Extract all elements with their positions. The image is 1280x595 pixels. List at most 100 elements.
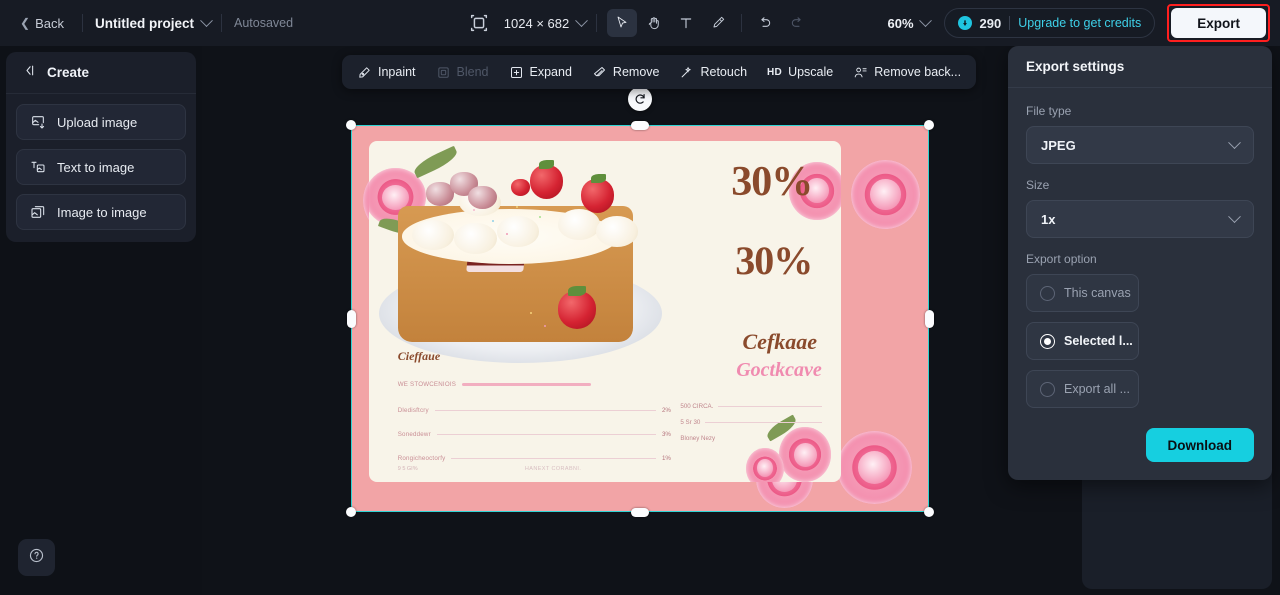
credits-count: 290	[979, 15, 1002, 31]
export-option-group: This canvas Selected l... Export all ...	[1026, 274, 1254, 408]
blend-icon	[436, 65, 451, 80]
blend-button: Blend	[427, 60, 498, 85]
size-value: 1x	[1041, 211, 1056, 227]
selection-outline	[351, 125, 929, 512]
sidebar-items: Upload image Text to image Image to imag…	[6, 94, 196, 240]
sidebar-header: Create	[6, 52, 196, 94]
upload-image-icon	[30, 114, 46, 130]
rotate-handle[interactable]	[628, 87, 652, 111]
export-option-this-canvas[interactable]: This canvas	[1026, 274, 1139, 312]
divider	[81, 14, 83, 32]
retouch-wand-icon	[679, 65, 694, 80]
retouch-button[interactable]: Retouch	[670, 60, 756, 85]
divider	[596, 14, 598, 32]
inpaint-brush-icon	[357, 65, 372, 80]
divider	[220, 14, 222, 32]
download-button[interactable]: Download	[1145, 428, 1254, 462]
project-menu-button[interactable]	[194, 13, 221, 28]
size-label: Size	[1026, 178, 1050, 192]
topbar-left-group: ❮ Back Untitled project Autosaved	[0, 0, 293, 46]
export-panel-body: File type JPEG Size 1x Export option Thi…	[1008, 88, 1272, 408]
chevron-down-icon	[575, 13, 589, 27]
export-button-highlight: Export	[1167, 4, 1270, 42]
export-panel-title: Export settings	[1026, 59, 1125, 74]
export-option-label-text: This canvas	[1064, 286, 1131, 300]
file-type-select[interactable]: JPEG	[1026, 126, 1254, 164]
resize-handle-bottom-center[interactable]	[631, 507, 649, 517]
sidebar-item-upload-image[interactable]: Upload image	[16, 104, 186, 140]
resize-handle-top-center[interactable]	[631, 120, 649, 130]
toolbar-item-label: Retouch	[700, 65, 748, 79]
chevron-down-icon	[918, 13, 932, 27]
hd-upscale-icon: HD	[767, 66, 783, 78]
toolbar-item-label: Inpaint	[378, 65, 416, 79]
export-button[interactable]: Export	[1171, 8, 1266, 38]
export-option-selected-layer[interactable]: Selected l...	[1026, 322, 1139, 360]
dimensions-dropdown-button[interactable]	[569, 13, 596, 28]
sidebar-title: Create	[47, 65, 90, 80]
topbar-right-group: 60% 290 Upgrade to get credits Export	[887, 0, 1270, 46]
autosaved-status: Autosaved	[233, 16, 294, 30]
select-tool-button[interactable]	[607, 9, 638, 37]
credit-coin-icon	[957, 16, 972, 30]
export-settings-panel: Export settings File type JPEG Size 1x E…	[1008, 46, 1272, 480]
tool-group	[607, 9, 812, 37]
zoom-level-control[interactable]: 60%	[887, 13, 932, 31]
brush-tool-button[interactable]	[703, 9, 733, 37]
chevron-down-icon	[1228, 209, 1241, 223]
credits-badge[interactable]: 290 Upgrade to get credits	[943, 8, 1156, 38]
radio-icon	[1040, 285, 1055, 301]
hand-tool-button[interactable]	[639, 9, 669, 37]
expand-button[interactable]: Expand	[500, 60, 581, 85]
expand-frame-icon	[509, 65, 524, 80]
toolbar-item-label: Remove	[612, 65, 660, 79]
collapse-panel-icon[interactable]	[22, 63, 37, 83]
toolbar-item-label: Expand	[529, 65, 572, 79]
eraser-icon	[592, 65, 607, 80]
sidebar-item-label: Image to image	[57, 204, 147, 220]
text-tool-button[interactable]	[671, 9, 701, 37]
toolbar-item-label: Upscale	[788, 65, 834, 79]
chevron-down-icon	[200, 13, 213, 27]
text-to-image-icon	[30, 159, 46, 175]
undo-button[interactable]	[750, 9, 780, 37]
sidebar-item-text-to-image[interactable]: Text to image	[16, 149, 186, 185]
question-mark-icon	[28, 547, 45, 569]
toolbar-item-label: Blend	[456, 65, 489, 79]
size-select[interactable]: 1x	[1026, 200, 1254, 238]
export-option-label-text: Selected l...	[1064, 334, 1133, 348]
export-option-label: Export option	[1026, 252, 1097, 266]
rotate-handle-icon	[635, 94, 645, 104]
export-option-export-all[interactable]: Export all ...	[1026, 370, 1139, 408]
zoom-level-value: 60%	[887, 15, 914, 31]
resize-handle-top-right[interactable]	[924, 120, 934, 130]
file-type-label: File type	[1026, 104, 1072, 118]
radio-icon	[1040, 381, 1055, 397]
resize-handle-middle-left[interactable]	[346, 309, 356, 328]
back-button[interactable]: ❮ Back	[14, 12, 70, 35]
inpaint-button[interactable]: Inpaint	[348, 60, 425, 85]
redo-button[interactable]	[782, 9, 812, 37]
sidebar-item-image-to-image[interactable]: Image to image	[16, 194, 186, 230]
download-row: Download	[1008, 408, 1272, 462]
object-action-toolbar: Inpaint Blend Expand Remove Retouch HD U…	[342, 55, 977, 89]
selected-image-object[interactable]: 30% 30% Cefkaae Goctkcave Cieffaue WE ST…	[346, 87, 934, 517]
radio-icon-selected	[1040, 333, 1055, 349]
project-name[interactable]: Untitled project	[95, 16, 194, 31]
resize-handle-bottom-right[interactable]	[924, 507, 934, 517]
crop-frame-icon[interactable]	[468, 12, 490, 34]
sidebar-item-label: Upload image	[57, 114, 138, 130]
remove-background-button[interactable]: Remove back...	[844, 60, 970, 85]
chevron-down-icon	[1228, 135, 1241, 149]
help-button[interactable]	[18, 539, 55, 576]
back-button-label: Back	[35, 15, 64, 31]
top-toolbar: ❮ Back Untitled project Autosaved 1024 ×…	[0, 0, 1280, 46]
remove-background-icon	[853, 65, 868, 80]
upscale-button[interactable]: HD Upscale	[758, 60, 842, 84]
resize-handle-middle-right[interactable]	[924, 309, 934, 328]
canvas-dimensions: 1024 × 682	[503, 15, 570, 31]
resize-handle-bottom-left[interactable]	[346, 507, 356, 517]
remove-button[interactable]: Remove	[583, 60, 669, 85]
upgrade-link[interactable]: Upgrade to get credits	[1018, 16, 1141, 30]
resize-handle-top-left[interactable]	[346, 120, 356, 130]
